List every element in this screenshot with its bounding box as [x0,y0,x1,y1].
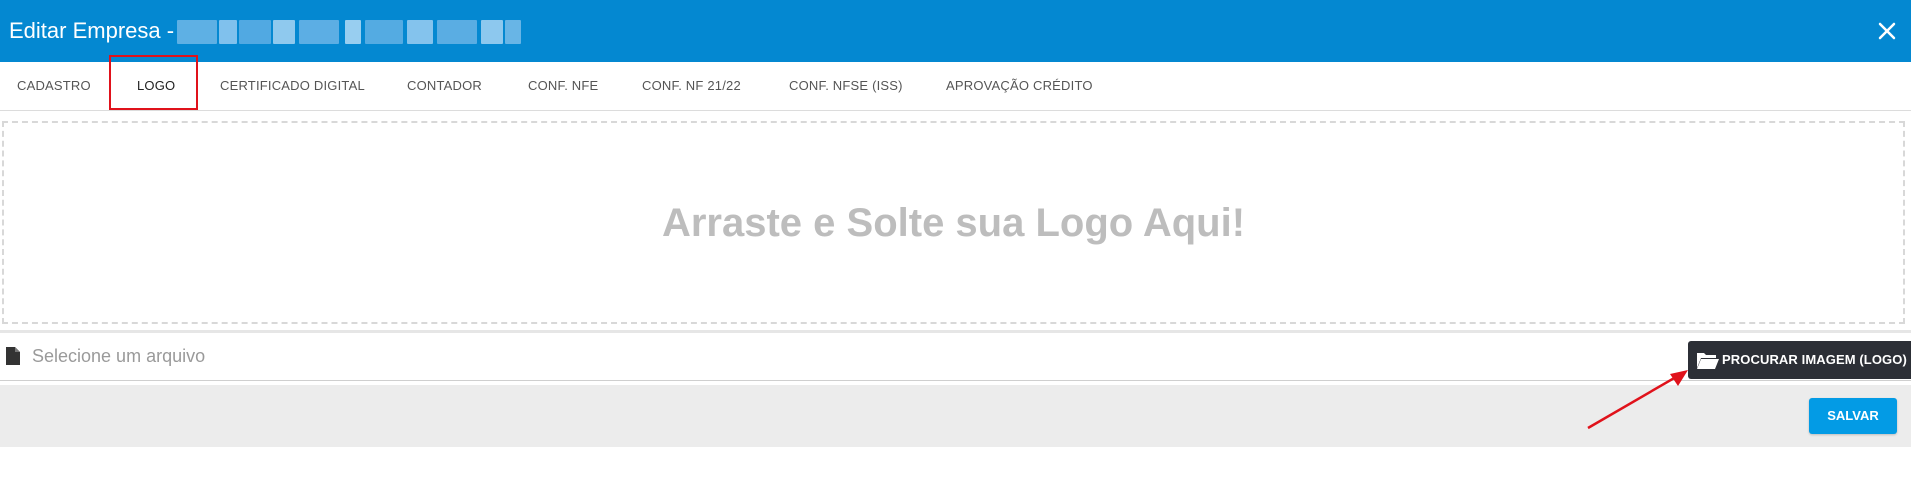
tab-bar: CADASTRO LOGO CERTIFICADO DIGITAL CONTAD… [0,62,1911,111]
browse-image-label: PROCURAR IMAGEM (LOGO) [1722,352,1907,367]
drop-zone-text: Arraste e Solte sua Logo Aqui! [661,201,1246,245]
tab-certificado-digital[interactable]: CERTIFICADO DIGITAL [220,62,365,110]
browse-image-button[interactable]: PROCURAR IMAGEM (LOGO) [1688,341,1911,379]
tab-conf-nfse-iss[interactable]: CONF. NFSE (ISS) [789,62,903,110]
tab-aprovacao-credito[interactable]: APROVAÇÃO CRÉDITO [946,62,1093,110]
divider [0,330,1911,333]
dialog-footer [0,385,1911,447]
save-button[interactable]: SALVAR [1809,398,1897,434]
edit-company-dialog: Editar Empresa - CADASTRO LOGO CERTIFICA… [0,0,1911,490]
dialog-header: Editar Empresa - [0,0,1911,62]
redacted-company-name [177,20,521,44]
close-icon [1878,22,1896,40]
tab-logo[interactable]: LOGO [137,62,175,110]
dialog-title: Editar Empresa - [9,18,175,43]
tab-conf-nf-21-22[interactable]: CONF. NF 21/22 [642,62,741,110]
tab-cadastro[interactable]: CADASTRO [17,62,91,110]
file-select-row [0,334,1911,381]
tab-contador[interactable]: CONTADOR [407,62,482,110]
file-icon [6,347,20,365]
logo-drop-zone[interactable]: Arraste e Solte sua Logo Aqui! [2,121,1905,324]
file-path-input[interactable] [32,341,1672,371]
tab-conf-nfe[interactable]: CONF. NFE [528,62,598,110]
folder-open-icon [1697,353,1719,369]
close-button[interactable] [1872,16,1902,46]
